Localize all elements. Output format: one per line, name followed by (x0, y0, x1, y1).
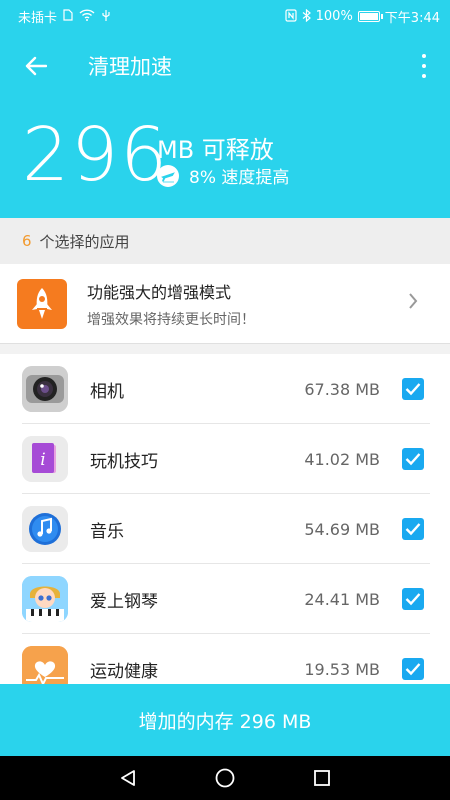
promo-title: 功能强大的增强模式 (87, 282, 232, 302)
app-checkbox[interactable] (402, 658, 424, 680)
app-name: 爱上钢琴 (90, 591, 158, 612)
checkmark-icon (405, 593, 421, 606)
rocket-icon (17, 278, 67, 329)
enhanced-mode-card[interactable]: 功能强大的增强模式 增强效果将持续更长时间！ (0, 264, 450, 344)
tips-icon: i (22, 436, 68, 482)
speed-label: 8% 速度提高 (189, 168, 290, 188)
airplane-icon (157, 164, 179, 187)
square-recents-icon (313, 770, 330, 786)
selected-apps-label: 个选择的应用 (39, 232, 130, 251)
app-list: 相机 67.38 MB i 玩机技巧 41.02 MB 音乐 54.69 MB … (0, 354, 450, 704)
back-button[interactable] (0, 32, 72, 100)
app-size: 19.53 MB (304, 659, 380, 679)
divider (0, 344, 450, 354)
app-name: 运动健康 (90, 661, 158, 682)
selected-count: 6 (22, 232, 32, 250)
music-icon (22, 506, 68, 552)
app-row-camera[interactable]: 相机 67.38 MB (0, 354, 450, 424)
app-size: 67.38 MB (304, 379, 380, 399)
app-row-tips[interactable]: i 玩机技巧 41.02 MB (0, 424, 450, 494)
battery-icon (357, 10, 383, 22)
bluetooth-icon (302, 8, 311, 24)
freeable-unit-label: MB 可释放 (157, 136, 274, 164)
app-name: 玩机技巧 (90, 451, 158, 472)
triangle-back-icon (121, 770, 136, 786)
circle-home-icon (215, 768, 235, 788)
system-nav-bar (0, 756, 450, 800)
header-panel: 未插卡 100% 下午3:44 清理加速 296 MB 可释放 8% 速度提高 (0, 0, 450, 218)
nav-recents-button[interactable] (302, 758, 342, 798)
nav-home-button[interactable] (205, 758, 245, 798)
app-checkbox[interactable] (402, 378, 424, 400)
chevron-right-icon (408, 292, 418, 314)
more-vertical-icon (422, 54, 426, 58)
page-title: 清理加速 (88, 55, 172, 79)
app-name: 相机 (90, 381, 124, 402)
checkmark-icon (405, 453, 421, 466)
arrow-left-icon (25, 56, 47, 76)
app-size: 24.41 MB (304, 589, 380, 609)
sim-icon (63, 9, 73, 23)
svg-text:i: i (40, 450, 45, 470)
app-row-music[interactable]: 音乐 54.69 MB (0, 494, 450, 564)
freeable-amount: 296 (22, 112, 170, 198)
app-name: 音乐 (90, 521, 124, 542)
carrier-text: 未插卡 (18, 10, 58, 26)
status-bar: 未插卡 100% 下午3:44 (0, 0, 450, 32)
battery-percent: 100% (315, 8, 353, 24)
app-size: 41.02 MB (304, 449, 380, 469)
app-checkbox[interactable] (402, 448, 424, 470)
nfc-icon (285, 8, 297, 24)
promo-subtitle: 增强效果将持续更长时间！ (87, 311, 255, 328)
app-bar: 清理加速 (0, 32, 450, 100)
free-memory-button[interactable]: 增加的内存 296 MB (0, 684, 450, 756)
nav-back-button[interactable] (108, 758, 148, 798)
camera-icon (22, 366, 68, 412)
checkmark-icon (405, 383, 421, 396)
usb-icon (101, 9, 111, 24)
clock-time: 下午3:44 (384, 10, 440, 26)
checkmark-icon (405, 523, 421, 536)
more-options-button[interactable] (420, 54, 428, 78)
selected-apps-header: 6 个选择的应用 (0, 218, 450, 264)
app-size: 54.69 MB (304, 519, 380, 539)
piano-game-icon (22, 576, 68, 622)
speed-boost: 8% 速度提高 (157, 163, 289, 188)
checkmark-icon (405, 663, 421, 676)
app-checkbox[interactable] (402, 588, 424, 610)
wifi-icon (79, 9, 95, 23)
free-memory-label: 增加的内存 296 MB (138, 710, 312, 733)
app-row-piano[interactable]: 爱上钢琴 24.41 MB (0, 564, 450, 634)
app-checkbox[interactable] (402, 518, 424, 540)
